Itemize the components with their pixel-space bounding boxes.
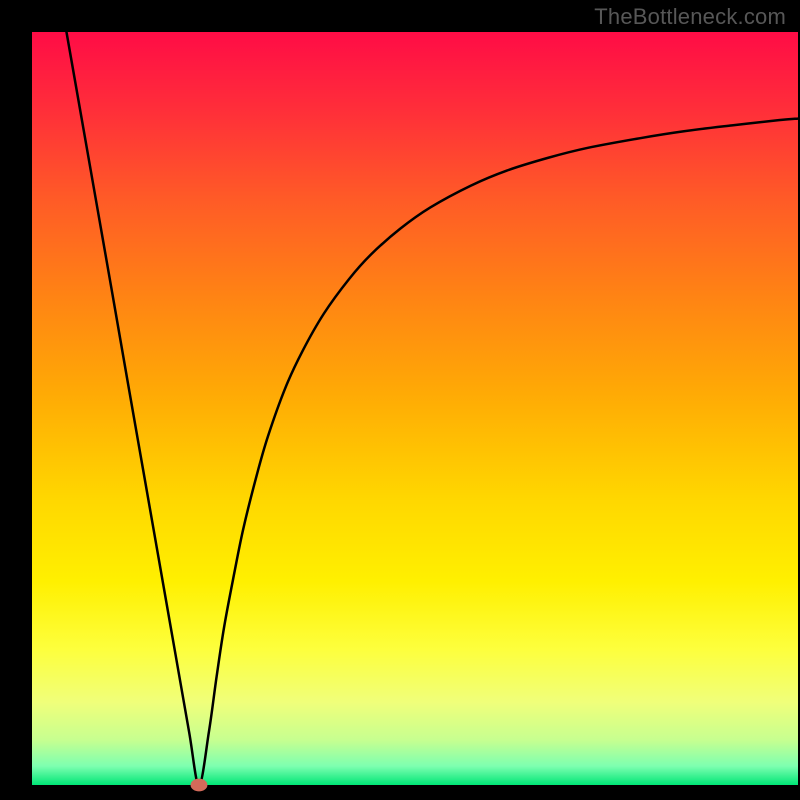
minimum-marker bbox=[191, 779, 208, 792]
chart-svg bbox=[0, 0, 800, 800]
chart-frame: TheBottleneck.com bbox=[0, 0, 800, 800]
plot-background bbox=[32, 32, 798, 785]
watermark-text: TheBottleneck.com bbox=[594, 4, 786, 30]
